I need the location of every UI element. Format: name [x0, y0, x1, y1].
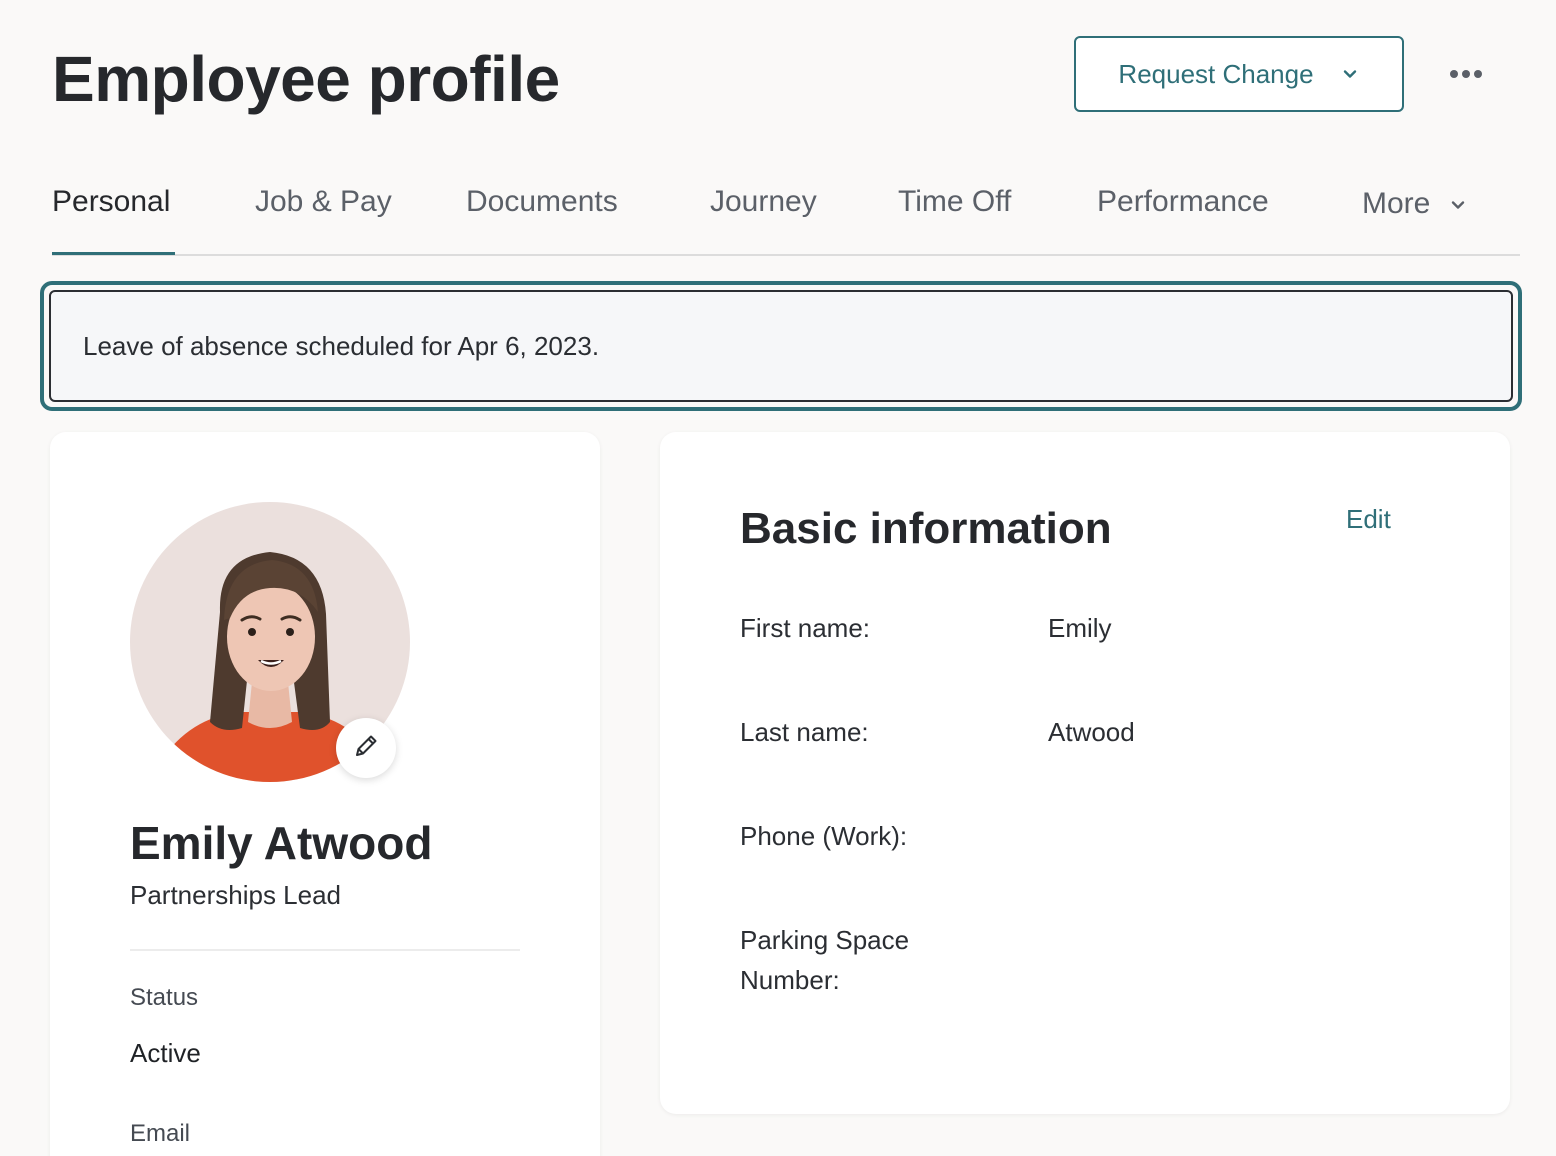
tab-job-pay[interactable]: Job & Pay	[255, 182, 392, 222]
status-label: Status	[130, 984, 199, 1011]
parking-space-label: Parking Space Number:	[740, 925, 910, 995]
divider	[130, 949, 520, 951]
more-options-icon[interactable]	[1440, 56, 1492, 92]
page-title: Employee profile	[52, 43, 560, 115]
tab-performance[interactable]: Performance	[1097, 182, 1269, 222]
first-name-label: First name:	[740, 613, 871, 643]
alert-message: Leave of absence scheduled for Apr 6, 20…	[83, 330, 600, 361]
leave-alert[interactable]: Leave of absence scheduled for Apr 6, 20…	[49, 290, 1513, 402]
alert-focus-ring: Leave of absence scheduled for Apr 6, 20…	[40, 281, 1522, 411]
employee-name: Emily Atwood	[130, 817, 433, 869]
chevron-down-icon	[1340, 64, 1360, 84]
page: Employee profile Request Change Personal…	[0, 0, 1556, 1156]
phone-work-label: Phone (Work):	[740, 821, 908, 851]
last-name-label: Last name:	[740, 717, 869, 747]
edit-photo-button[interactable]	[336, 718, 396, 778]
employee-role: Partnerships Lead	[130, 880, 342, 910]
chevron-down-icon	[1448, 195, 1468, 215]
tab-documents[interactable]: Documents	[466, 182, 618, 222]
status-value: Active	[130, 1038, 201, 1068]
basic-info-title: Basic information	[740, 504, 1112, 553]
profile-card: Emily Atwood Partnerships Lead Status Ac…	[50, 432, 600, 1156]
edit-basic-info-link[interactable]: Edit	[1346, 504, 1391, 535]
avatar-container	[130, 502, 410, 782]
tab-more[interactable]: More	[1362, 184, 1468, 224]
last-name-value: Atwood	[1048, 717, 1135, 747]
request-change-label: Request Change	[1118, 58, 1314, 89]
active-tab-indicator	[52, 252, 175, 255]
tab-journey[interactable]: Journey	[710, 182, 817, 222]
tab-bar: Personal Job & Pay Documents Journey Tim…	[52, 160, 1520, 256]
basic-info-card: Basic information Edit First name: Emily…	[660, 432, 1510, 1114]
request-change-button[interactable]: Request Change	[1074, 36, 1404, 112]
tab-time-off[interactable]: Time Off	[898, 182, 1011, 222]
first-name-value: Emily	[1048, 613, 1112, 643]
pencil-icon	[352, 732, 380, 765]
tab-more-label: More	[1362, 187, 1431, 220]
email-label: Email	[130, 1120, 191, 1147]
tab-personal[interactable]: Personal	[52, 182, 170, 222]
